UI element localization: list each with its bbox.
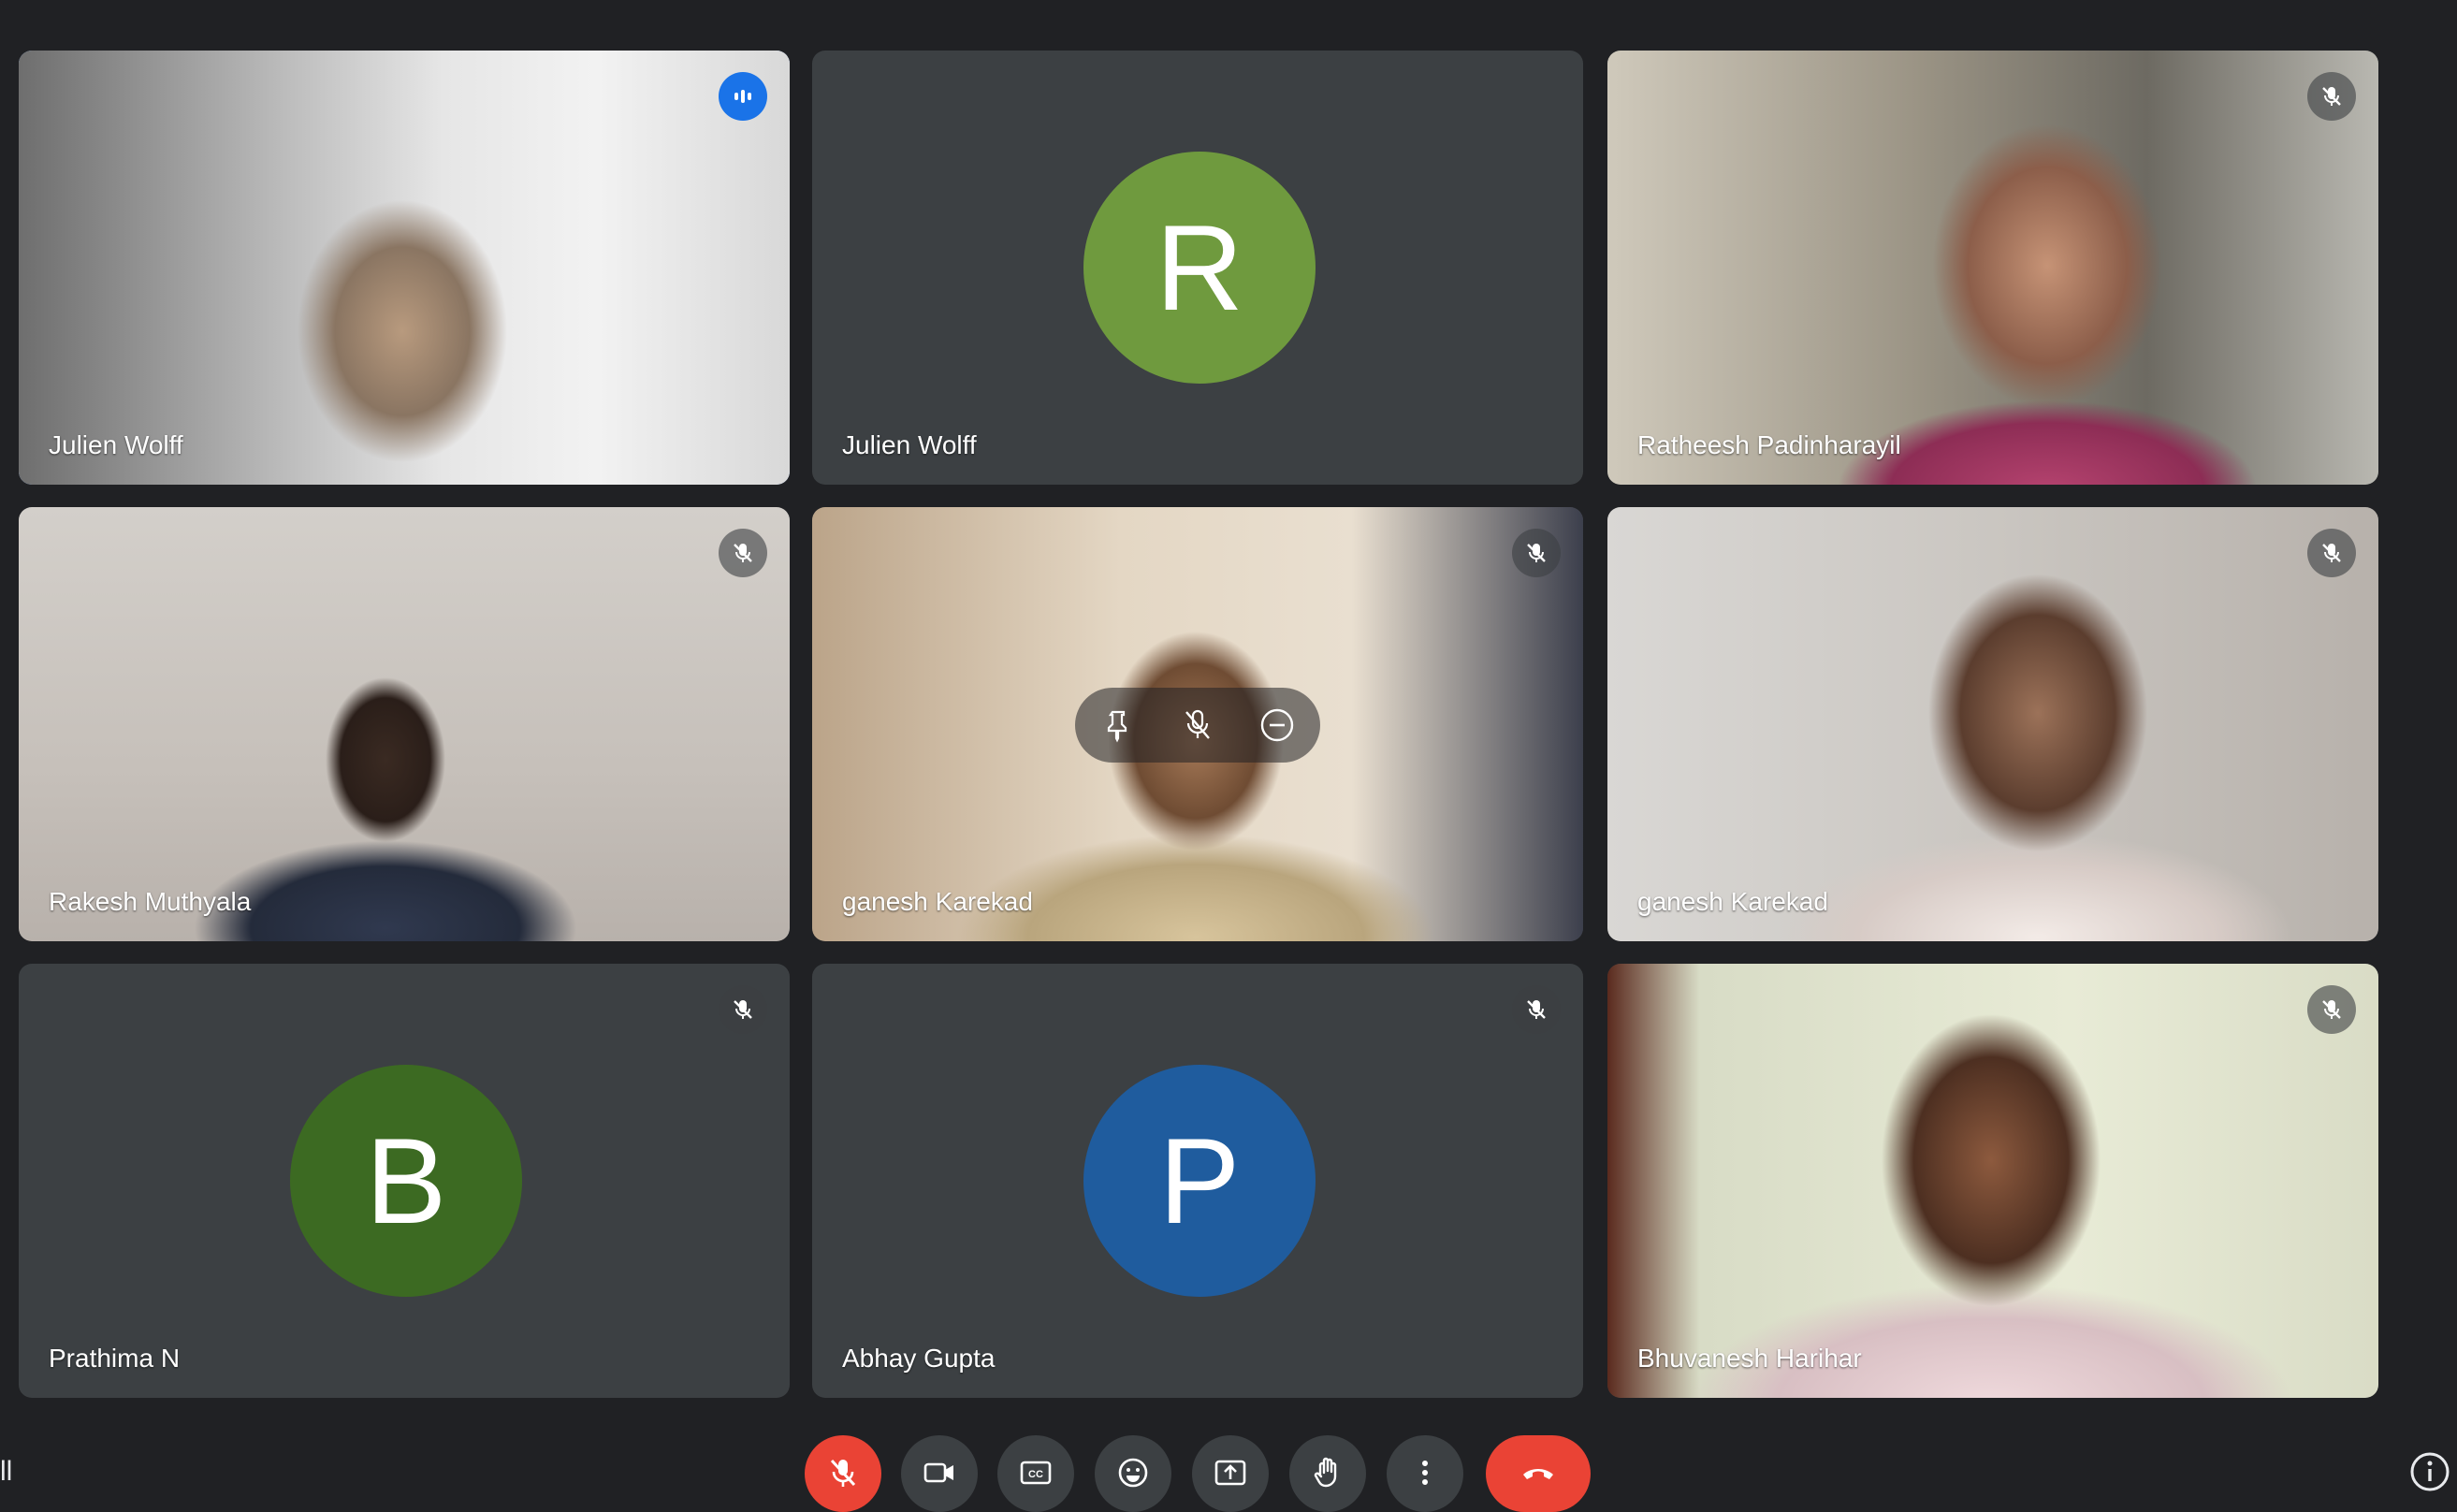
microphone-off-icon	[830, 1459, 856, 1487]
mic-off-icon	[2322, 544, 2341, 562]
speaking-indicator	[719, 72, 767, 121]
more-options-icon	[1422, 1461, 1428, 1485]
remove-icon[interactable]	[1255, 703, 1300, 748]
mic-off-icon	[2322, 1000, 2341, 1019]
mic-off-icon	[734, 1000, 752, 1019]
emoji-reaction-button[interactable]	[1095, 1435, 1171, 1512]
participant-tile[interactable]: ganesh Karekad	[1607, 507, 2378, 941]
video-feed	[19, 51, 790, 485]
present-icon	[1214, 1460, 1246, 1486]
video-feed	[1607, 964, 2378, 1398]
captions-button[interactable]: CC	[997, 1435, 1074, 1512]
muted-badge	[719, 529, 767, 577]
avatar: B	[290, 1065, 522, 1297]
more-options-button[interactable]	[1387, 1435, 1463, 1512]
participant-tile[interactable]: R Julien Wolff	[812, 51, 1583, 485]
camera-toggle-button[interactable]	[901, 1435, 978, 1512]
emoji-icon	[1118, 1458, 1148, 1488]
participant-name: Julien Wolff	[842, 430, 977, 459]
muted-badge	[2307, 72, 2356, 121]
mute-icon[interactable]	[1175, 703, 1220, 748]
participant-name: ganesh Karekad	[842, 887, 1033, 916]
participant-tile[interactable]: Julien Wolff	[19, 51, 790, 485]
mic-off-icon	[1527, 1000, 1546, 1019]
leave-call-button[interactable]	[1486, 1435, 1591, 1512]
mic-off-icon	[734, 544, 752, 562]
meeting-details-button[interactable]	[2408, 1450, 2451, 1493]
meeting-info-text: ll	[0, 1456, 13, 1487]
present-screen-button[interactable]	[1192, 1435, 1269, 1512]
participant-tile[interactable]: B Prathima N	[19, 964, 790, 1398]
camera-icon	[923, 1462, 953, 1483]
avatar: R	[1083, 152, 1316, 384]
mic-off-icon	[1527, 544, 1546, 562]
muted-badge	[2307, 529, 2356, 577]
participant-name: ganesh Karekad	[1637, 887, 1828, 916]
participant-name: Ratheesh Padinharayil	[1637, 430, 1901, 459]
muted-badge	[2307, 985, 2356, 1034]
muted-badge	[1512, 529, 1561, 577]
participant-name: Julien Wolff	[49, 430, 183, 459]
participant-name: Prathima N	[49, 1344, 181, 1373]
captions-icon: CC	[1020, 1461, 1052, 1485]
video-feed	[19, 507, 790, 941]
speaking-icon	[734, 90, 751, 103]
video-feed	[1607, 51, 2378, 485]
svg-text:CC: CC	[1028, 1469, 1043, 1480]
participant-tile[interactable]: Bhuvanesh Harihar	[1607, 964, 2378, 1398]
pin-icon[interactable]	[1096, 703, 1141, 748]
microphone-toggle-button[interactable]	[805, 1435, 881, 1512]
raise-hand-button[interactable]	[1289, 1435, 1366, 1512]
participant-name: Rakesh Muthyala	[49, 887, 252, 916]
info-icon	[2410, 1452, 2450, 1491]
mic-off-icon	[2322, 87, 2341, 106]
participant-tile[interactable]: P Abhay Gupta	[812, 964, 1583, 1398]
tile-hover-controls	[1075, 688, 1320, 763]
video-feed	[1607, 507, 2378, 941]
participant-tile[interactable]: Rakesh Muthyala	[19, 507, 790, 941]
participant-tile[interactable]: ganesh Karekad	[812, 507, 1583, 941]
meeting-stage: Julien Wolff R Julien Wolff Ratheesh Pad…	[0, 0, 2457, 1512]
avatar: P	[1083, 1065, 1316, 1297]
raise-hand-icon	[1314, 1457, 1337, 1488]
muted-badge	[719, 985, 767, 1034]
participant-name: Bhuvanesh Harihar	[1637, 1344, 1862, 1373]
participant-name: Abhay Gupta	[842, 1344, 996, 1373]
leave-call-icon	[1523, 1469, 1553, 1479]
muted-badge	[1512, 985, 1561, 1034]
participant-tile[interactable]: Ratheesh Padinharayil	[1607, 51, 2378, 485]
